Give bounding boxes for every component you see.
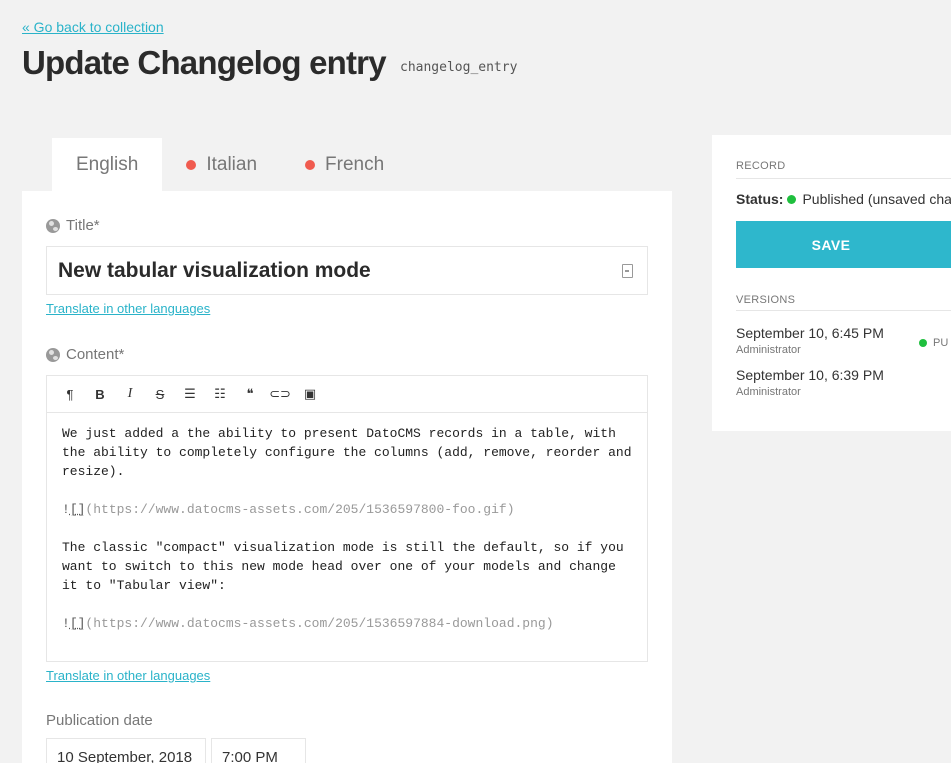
divider bbox=[736, 310, 951, 311]
bullet-list-icon[interactable]: ☰ bbox=[175, 382, 205, 406]
globe-icon bbox=[46, 347, 60, 362]
content-paragraph: The classic "compact" visualization mode… bbox=[62, 540, 624, 593]
version-author: Administrator bbox=[736, 344, 801, 356]
translate-content-link[interactable]: Translate in other languages bbox=[46, 668, 210, 683]
version-item[interactable]: September 10, 6:39 PM Administrator bbox=[736, 367, 884, 398]
page-title: Update Changelog entry bbox=[22, 44, 387, 81]
tab-label: English bbox=[76, 153, 139, 175]
version-date: September 10, 6:39 PM bbox=[736, 367, 884, 383]
title-label-text: Title* bbox=[66, 217, 100, 234]
version-author: Administrator bbox=[736, 386, 801, 398]
published-dot-icon bbox=[787, 194, 797, 204]
locale-tabs: English Italian French bbox=[52, 138, 408, 191]
editor-toolbar: ¶ B I S ☰ ☷ ❝ ⊂⊃ ▣ bbox=[47, 376, 647, 413]
model-api-key: changelog_entry bbox=[400, 60, 518, 75]
publication-date-label: Publication date bbox=[46, 712, 153, 729]
markdown-image-line: ![](https://www.datocms-assets.com/205/1… bbox=[62, 614, 632, 633]
image-icon[interactable]: ▣ bbox=[295, 382, 325, 406]
title-input[interactable]: New tabular visualization mode bbox=[46, 246, 648, 295]
error-dot-icon bbox=[305, 159, 316, 170]
versions-heading: VERSIONS bbox=[736, 294, 796, 306]
title-field-label: Title* bbox=[46, 217, 100, 234]
content-editor[interactable]: ¶ B I S ☰ ☷ ❝ ⊂⊃ ▣ We just added a the a… bbox=[46, 375, 648, 662]
divider bbox=[736, 178, 951, 179]
record-status: Status: Published (unsaved cha bbox=[736, 191, 951, 207]
save-button[interactable]: SAVE bbox=[736, 221, 951, 268]
tab-label: Italian bbox=[206, 153, 258, 175]
image-url: (https://www.datocms-assets.com/205/1536… bbox=[85, 502, 515, 517]
numbered-list-icon[interactable]: ☷ bbox=[205, 382, 235, 406]
content-paragraph: We just added a the ability to present D… bbox=[62, 426, 632, 479]
date-input[interactable]: 10 September, 2018 bbox=[46, 738, 206, 763]
version-status-badge: PU bbox=[919, 337, 948, 349]
globe-icon bbox=[46, 218, 60, 233]
paragraph-icon[interactable]: ¶ bbox=[55, 382, 85, 406]
bold-icon[interactable]: B bbox=[85, 382, 115, 406]
record-heading: RECORD bbox=[736, 160, 786, 172]
strikethrough-icon[interactable]: S bbox=[145, 382, 175, 406]
tab-italian[interactable]: Italian bbox=[162, 138, 281, 191]
editor-text-area[interactable]: We just added a the ability to present D… bbox=[47, 413, 647, 663]
status-label: Status: bbox=[736, 191, 784, 207]
content-field-label: Content* bbox=[46, 346, 124, 363]
content-label-text: Content* bbox=[66, 346, 125, 363]
image-bang: ! bbox=[62, 616, 70, 631]
link-icon[interactable]: ⊂⊃ bbox=[265, 382, 295, 406]
error-dot-icon bbox=[186, 159, 197, 170]
tab-english[interactable]: English bbox=[52, 138, 163, 191]
image-bang: ! bbox=[62, 502, 70, 517]
image-url: (https://www.datocms-assets.com/205/1536… bbox=[85, 616, 554, 631]
translate-title-link[interactable]: Translate in other languages bbox=[46, 301, 210, 316]
document-icon[interactable] bbox=[622, 264, 633, 278]
version-badge-text: PU bbox=[933, 337, 949, 349]
status-value: Published (unsaved cha bbox=[802, 191, 951, 207]
markdown-image-line: ![](https://www.datocms-assets.com/205/1… bbox=[62, 500, 632, 519]
image-alt-brackets: [] bbox=[69, 502, 86, 517]
image-alt-brackets: [] bbox=[69, 616, 86, 631]
tab-label: French bbox=[325, 153, 385, 175]
version-item[interactable]: September 10, 6:45 PM Administrator bbox=[736, 325, 884, 356]
back-to-collection-link[interactable]: « Go back to collection bbox=[22, 19, 164, 35]
title-input-value: New tabular visualization mode bbox=[58, 259, 371, 282]
time-input[interactable]: 7:00 PM bbox=[211, 738, 306, 763]
tab-french[interactable]: French bbox=[281, 138, 408, 191]
version-date: September 10, 6:45 PM bbox=[736, 325, 884, 341]
published-dot-icon bbox=[919, 339, 927, 347]
quote-icon[interactable]: ❝ bbox=[235, 382, 265, 406]
italic-icon[interactable]: I bbox=[115, 382, 145, 406]
record-sidebar: RECORD Status: Published (unsaved cha SA… bbox=[712, 135, 951, 431]
